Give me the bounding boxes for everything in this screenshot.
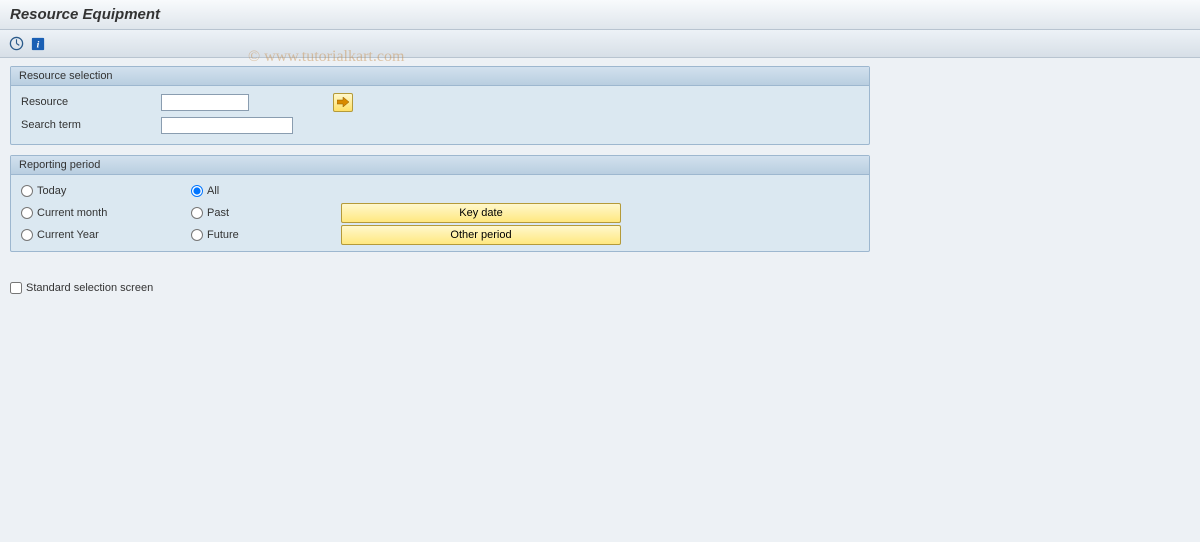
- content-area: Resource selection Resource Search term: [0, 58, 1200, 302]
- multiple-selection-button[interactable]: [333, 93, 353, 112]
- standard-selection-checkbox[interactable]: Standard selection screen: [10, 282, 153, 294]
- other-period-button[interactable]: Other period: [341, 225, 621, 245]
- search-term-label: Search term: [21, 119, 161, 131]
- page-title: Resource Equipment: [0, 0, 1200, 30]
- resource-input[interactable]: [161, 94, 249, 111]
- radio-current-month[interactable]: Current month: [21, 207, 191, 219]
- radio-current-month-input[interactable]: [21, 207, 33, 219]
- standard-selection-input[interactable]: [10, 282, 22, 294]
- reporting-period-group: Reporting period Today All: [10, 155, 870, 252]
- radio-today-input[interactable]: [21, 185, 33, 197]
- resource-label: Resource: [21, 96, 161, 108]
- standard-selection-row: Standard selection screen: [10, 282, 1190, 294]
- radio-future-input[interactable]: [191, 229, 203, 241]
- search-term-input[interactable]: [161, 117, 293, 134]
- radio-current-year-input[interactable]: [21, 229, 33, 241]
- svg-text:i: i: [37, 39, 40, 50]
- radio-past-input[interactable]: [191, 207, 203, 219]
- arrow-right-icon: [337, 97, 349, 107]
- toolbar: i: [0, 30, 1200, 58]
- key-date-button[interactable]: Key date: [341, 203, 621, 223]
- group-header: Resource selection: [11, 67, 869, 86]
- radio-all-input[interactable]: [191, 185, 203, 197]
- radio-all[interactable]: All: [191, 185, 341, 197]
- radio-today[interactable]: Today: [21, 185, 191, 197]
- radio-past[interactable]: Past: [191, 207, 341, 219]
- info-icon[interactable]: i: [30, 36, 46, 52]
- resource-row: Resource: [21, 92, 859, 112]
- group-header: Reporting period: [11, 156, 869, 175]
- radio-current-year[interactable]: Current Year: [21, 229, 191, 241]
- radio-future[interactable]: Future: [191, 229, 341, 241]
- search-term-row: Search term: [21, 115, 859, 135]
- execute-icon[interactable]: [8, 36, 24, 52]
- resource-selection-group: Resource selection Resource Search term: [10, 66, 870, 145]
